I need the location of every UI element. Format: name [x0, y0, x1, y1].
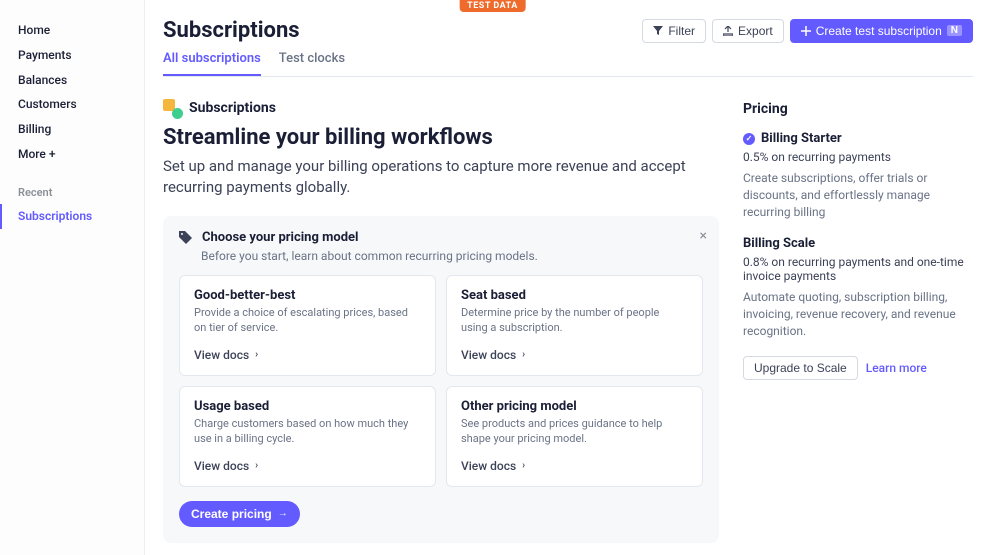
- pcard-title: Other pricing model: [461, 399, 688, 414]
- step-offer-subscriptions[interactable]: Choose how to offer subscriptions ×: [163, 543, 719, 555]
- pcard-desc: See products and prices guidance to help…: [461, 416, 688, 447]
- pricing-title: Pricing: [743, 101, 973, 117]
- upgrade-to-scale-button[interactable]: Upgrade to Scale: [743, 356, 858, 380]
- nav-subscriptions[interactable]: Subscriptions: [0, 204, 144, 229]
- pcard-title: Seat based: [461, 288, 688, 303]
- view-docs-link[interactable]: View docs›: [194, 348, 258, 362]
- plan-rate: 0.8% on recurring payments and one-time …: [743, 255, 973, 283]
- export-label: Export: [738, 24, 773, 38]
- close-icon[interactable]: ×: [700, 228, 707, 244]
- onboard-title: Choose your pricing model: [202, 230, 359, 245]
- learn-more-link[interactable]: Learn more: [866, 361, 927, 375]
- pricing-card-other: Other pricing model See products and pri…: [446, 386, 703, 487]
- nav-payments[interactable]: Payments: [10, 43, 144, 68]
- plus-icon: [801, 26, 811, 36]
- nav-balances[interactable]: Balances: [10, 68, 144, 93]
- export-icon: [723, 26, 733, 36]
- pcard-desc: Determine price by the number of people …: [461, 305, 688, 336]
- pcard-desc: Charge customers based on how much they …: [194, 416, 421, 447]
- feature-label: Subscriptions: [189, 100, 276, 116]
- chevron-right-icon: ›: [522, 349, 525, 360]
- pcard-title: Good-better-best: [194, 288, 421, 303]
- view-docs-link[interactable]: View docs›: [194, 459, 258, 473]
- plan-billing-scale: Billing Scale 0.8% on recurring payments…: [743, 236, 973, 339]
- view-docs-link[interactable]: View docs›: [461, 348, 525, 362]
- subscriptions-icon: [163, 99, 181, 117]
- recent-section-label: Recent: [10, 181, 144, 204]
- filter-label: Filter: [668, 24, 695, 38]
- nav-billing[interactable]: Billing: [10, 117, 144, 142]
- plan-desc: Create subscriptions, offer trials or di…: [743, 170, 973, 220]
- pricing-card-good-better-best: Good-better-best Provide a choice of esc…: [179, 275, 436, 376]
- plan-name: Billing Scale: [743, 236, 973, 251]
- chevron-right-icon: ›: [522, 460, 525, 471]
- nav-home[interactable]: Home: [10, 18, 144, 43]
- pcard-title: Usage based: [194, 399, 421, 414]
- sidebar: Home Payments Balances Customers Billing…: [0, 0, 145, 555]
- create-label: Create test subscription: [816, 24, 942, 38]
- plan-rate: 0.5% on recurring payments: [743, 150, 973, 164]
- pcard-desc: Provide a choice of escalating prices, b…: [194, 305, 421, 336]
- filter-icon: [653, 26, 663, 36]
- onboard-subtitle: Before you start, learn about common rec…: [201, 249, 703, 263]
- pricing-card-seat-based: Seat based Determine price by the number…: [446, 275, 703, 376]
- tab-all-subscriptions[interactable]: All subscriptions: [163, 51, 261, 76]
- pricing-sidebar: Pricing ✓ Billing Starter 0.5% on recurr…: [743, 99, 973, 555]
- test-data-badge: TEST DATA: [459, 0, 526, 12]
- tabs: All subscriptions Test clocks: [163, 51, 973, 77]
- hero-subtitle: Set up and manage your billing operation…: [163, 156, 703, 198]
- create-kbd: N: [947, 25, 962, 36]
- filter-button[interactable]: Filter: [642, 19, 706, 43]
- tag-icon: [179, 231, 192, 244]
- chevron-right-icon: ›: [255, 349, 258, 360]
- nav-customers[interactable]: Customers: [10, 92, 144, 117]
- pricing-card-usage-based: Usage based Charge customers based on ho…: [179, 386, 436, 487]
- plan-billing-starter: ✓ Billing Starter 0.5% on recurring paym…: [743, 131, 973, 220]
- hero-title: Streamline your billing workflows: [163, 125, 719, 150]
- view-docs-link[interactable]: View docs›: [461, 459, 525, 473]
- tab-test-clocks[interactable]: Test clocks: [279, 51, 345, 76]
- arrow-right-icon: →: [278, 508, 288, 519]
- plan-name: ✓ Billing Starter: [743, 131, 973, 146]
- page-title: Subscriptions: [163, 18, 300, 43]
- chevron-right-icon: ›: [255, 460, 258, 471]
- check-icon: ✓: [743, 133, 755, 145]
- export-button[interactable]: Export: [712, 19, 784, 43]
- plan-desc: Automate quoting, subscription billing, …: [743, 289, 973, 339]
- create-pricing-button[interactable]: Create pricing →: [179, 501, 300, 527]
- nav-more[interactable]: More +: [10, 142, 144, 167]
- onboarding-card: × Choose your pricing model Before you s…: [163, 216, 719, 543]
- main-content: Subscriptions Filter Export Create test …: [145, 0, 985, 555]
- create-subscription-button[interactable]: Create test subscription N: [790, 19, 973, 43]
